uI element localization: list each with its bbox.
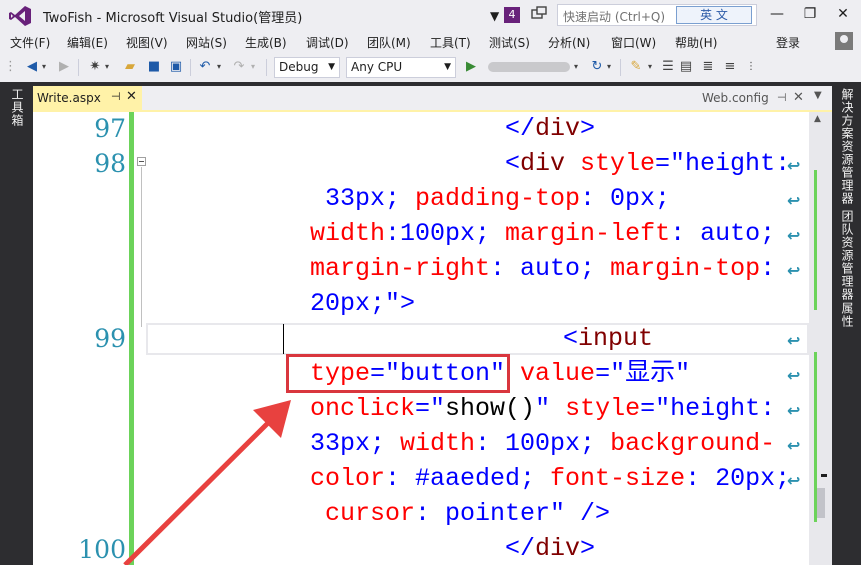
menu-build[interactable]: 生成(B) [245,34,287,51]
chevron-down-icon: ▼ [328,62,335,72]
properties-tab[interactable]: 属性 [839,302,856,328]
refresh-dropdown-icon[interactable]: ▾ [605,59,613,75]
solution-platform-select[interactable]: Any CPU ▼ [346,57,456,78]
menu-team[interactable]: 团队(M) [367,34,411,51]
scrollbar-caret-marker [821,474,827,477]
redo-dropdown-icon[interactable]: ▾ [249,59,257,75]
window-title: TwoFish - Microsoft Visual Studio(管理员) [43,11,303,26]
obscured-browser-name [488,62,570,72]
undo-dropdown-icon[interactable]: ▾ [215,59,223,75]
notification-count-badge: 4 [504,7,520,23]
menu-tools[interactable]: 工具(T) [430,34,471,51]
ime-language-indicator[interactable]: 英 文 [676,6,752,24]
navigate-forward-icon[interactable]: ▶ [56,59,72,75]
redo-icon[interactable]: ↷ [231,59,247,75]
tab-label: Write.aspx [37,91,101,105]
solution-platform-value: Any CPU [351,60,403,74]
menu-edit[interactable]: 编辑(E) [67,34,108,51]
scroll-up-icon[interactable]: ▲ [814,114,821,124]
solution-configuration-select[interactable]: Debug ▼ [274,57,340,78]
format-document-icon[interactable]: ▤ [678,59,694,75]
save-all-icon[interactable]: ▣ [168,59,184,75]
restore-button[interactable]: ❐ [799,4,821,24]
notifications-button[interactable]: ▼ 4 [490,7,520,23]
menu-help[interactable]: 帮助(H) [675,34,717,51]
scrollbar-change-marker [814,170,817,310]
menu-bar: 文件(F) 编辑(E) 视图(V) 网站(S) 生成(B) 调试(D) 团队(M… [0,31,861,53]
pin-icon[interactable]: ⊣ [777,91,787,104]
annotation-arrow [123,400,291,565]
right-tool-window-strip: 解决方案资源管理器 团队资源管理器 属性 [832,82,861,565]
tab-write-aspx[interactable]: Write.aspx ⊣ ✕ [33,86,142,110]
minimize-button[interactable]: — [766,4,788,24]
toolbar-grip-icon[interactable]: ⋮ [4,59,17,75]
account-avatar-icon[interactable] [835,32,853,50]
save-icon[interactable]: ■ [146,59,162,75]
flag-icon: ▼ [490,9,500,23]
feedback-icon[interactable] [531,6,547,22]
navigate-back-icon[interactable]: ◀ [24,59,40,75]
chevron-down-icon: ▼ [444,62,451,72]
quick-launch-placeholder: 快速启动 (Ctrl+Q) [563,10,666,24]
close-icon[interactable]: ✕ [126,89,137,104]
left-tool-window-strip: 工具箱 [0,82,33,565]
comment-icon[interactable]: ☰ [660,59,676,75]
sign-in-link[interactable]: 登录 [776,34,800,51]
title-bar: TwoFish - Microsoft Visual Studio(管理员) ▼… [0,0,861,31]
menu-file[interactable]: 文件(F) [10,34,50,51]
menu-website[interactable]: 网站(S) [186,34,227,51]
pin-icon[interactable]: ⊣ [111,90,121,103]
close-icon[interactable]: ✕ [793,90,804,105]
solution-explorer-tab[interactable]: 解决方案资源管理器 [839,88,856,205]
tab-list-dropdown-icon[interactable]: ▼ [814,90,822,101]
menu-view[interactable]: 视图(V) [126,34,168,51]
browser-link-icon[interactable]: ✎ [628,59,644,75]
visual-studio-logo-icon [9,6,31,26]
toolbar-separator [620,59,621,76]
toolbar-overflow-icon[interactable]: ⋮ [746,59,756,75]
quick-launch-input[interactable]: 快速启动 (Ctrl+Q) 英 文 [557,4,757,26]
standard-toolbar: ⋮ ◀ ▾ ▶ ✷ ▾ ▰ ■ ▣ ↶ ▾ ↷ ▾ Debug ▼ Any CP… [0,53,861,82]
indent-icon[interactable]: ≣ [700,59,716,75]
scrollbar-thumb[interactable] [817,488,825,518]
new-project-icon[interactable]: ✷ [87,59,103,75]
outdent-icon[interactable]: ≡ [722,59,738,75]
code-editor[interactable]: 97 98 99 100 </div> <div style="height: 33… [33,112,809,565]
start-debugging-icon[interactable]: ▶ [463,59,479,75]
vertical-scrollbar[interactable]: ▲ [809,112,832,565]
menu-debug[interactable]: 调试(D) [306,34,349,51]
close-window-button[interactable]: ✕ [832,4,854,24]
menu-window[interactable]: 窗口(W) [611,34,656,51]
browser-link-dropdown-icon[interactable]: ▾ [646,59,654,75]
new-project-dropdown-icon[interactable]: ▾ [103,59,111,75]
toolbar-separator [190,59,191,76]
toolbox-tab[interactable]: 工具箱 [9,88,26,127]
solution-configuration-value: Debug [279,60,319,74]
refresh-icon[interactable]: ↻ [589,59,605,75]
menu-analyze[interactable]: 分析(N) [548,34,590,51]
undo-icon[interactable]: ↶ [197,59,213,75]
toolbar-separator [78,59,79,76]
team-explorer-tab[interactable]: 团队资源管理器 [839,210,856,301]
back-dropdown-icon[interactable]: ▾ [40,59,48,75]
document-tab-row: Write.aspx ⊣ ✕ Web.config ⊣ ✕ ▼ [33,86,832,110]
start-dropdown-icon[interactable]: ▾ [572,59,580,75]
toolbar-separator [266,59,267,76]
tab-web-config[interactable]: Web.config [702,91,769,105]
menu-test[interactable]: 测试(S) [489,34,530,51]
open-file-icon[interactable]: ▰ [122,59,138,75]
